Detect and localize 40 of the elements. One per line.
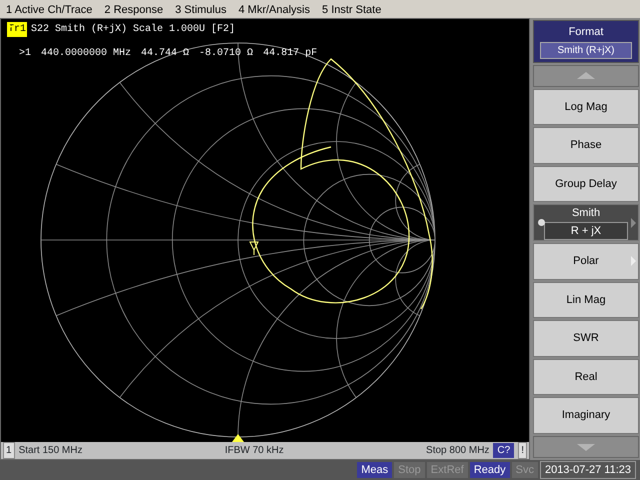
channel-number: 1 bbox=[3, 442, 15, 459]
trace-label: S22 Smith (R+jX) Scale 1.000U [F2] bbox=[31, 22, 236, 37]
softkey-button[interactable]: Group Delay bbox=[533, 166, 639, 202]
menu-item[interactable]: 1 Active Ch/Trace bbox=[6, 2, 92, 16]
softkey-button[interactable]: Lin Mag bbox=[533, 282, 639, 318]
format-title: Format bbox=[568, 26, 604, 38]
menu-item[interactable]: 4 Mkr/Analysis bbox=[238, 2, 310, 16]
submenu-arrow-icon bbox=[631, 218, 636, 228]
menu-item[interactable]: 3 Stimulus bbox=[175, 2, 226, 16]
status-indicator: Ready bbox=[470, 462, 510, 478]
menu-item[interactable]: 5 Instr State bbox=[322, 2, 382, 16]
softkey-button[interactable]: Imaginary bbox=[533, 397, 639, 434]
softkey-button[interactable]: Polar bbox=[533, 243, 639, 280]
softkey-button[interactable]: SWR bbox=[533, 320, 639, 357]
submenu-arrow-icon bbox=[631, 256, 636, 266]
softkey-button[interactable]: Real bbox=[533, 358, 639, 396]
active-trace-icon bbox=[7, 22, 12, 31]
format-value: Smith (R+jX) bbox=[540, 42, 632, 58]
marker-icon bbox=[250, 242, 259, 256]
softkey-button[interactable]: Log Mag bbox=[533, 88, 639, 126]
selected-indicator-icon bbox=[538, 218, 545, 226]
ifbw-label: IFBW 70 kHz bbox=[224, 444, 284, 458]
menu-item[interactable]: 2 Response bbox=[104, 2, 164, 16]
stop-frequency: Stop 800 MHz bbox=[426, 444, 490, 458]
calibration-status: C? bbox=[493, 443, 514, 458]
marker-frequency: 440.0000000 MHz bbox=[41, 47, 132, 61]
status-indicator: Meas bbox=[357, 462, 392, 478]
softkey-button[interactable]: Phase bbox=[533, 127, 639, 164]
down-arrow-icon bbox=[577, 444, 595, 450]
marker-resistance: 44.744 Ω bbox=[141, 47, 190, 61]
softkey-button[interactable]: Smith R + jX bbox=[533, 204, 639, 242]
scroll-down-button[interactable] bbox=[533, 436, 639, 458]
up-arrow-icon bbox=[577, 72, 595, 79]
marker-marker: >1 bbox=[19, 47, 32, 61]
marker-capacitance: 44.817 pF bbox=[263, 47, 318, 61]
start-frequency: Start 150 MHz bbox=[18, 444, 82, 458]
scroll-up-button[interactable] bbox=[533, 64, 639, 86]
marker-reactance: -8.0710 Ω bbox=[199, 47, 254, 61]
date-time: 2013-07-27 11:23 bbox=[540, 460, 636, 480]
warning-flag: ! bbox=[518, 442, 527, 459]
